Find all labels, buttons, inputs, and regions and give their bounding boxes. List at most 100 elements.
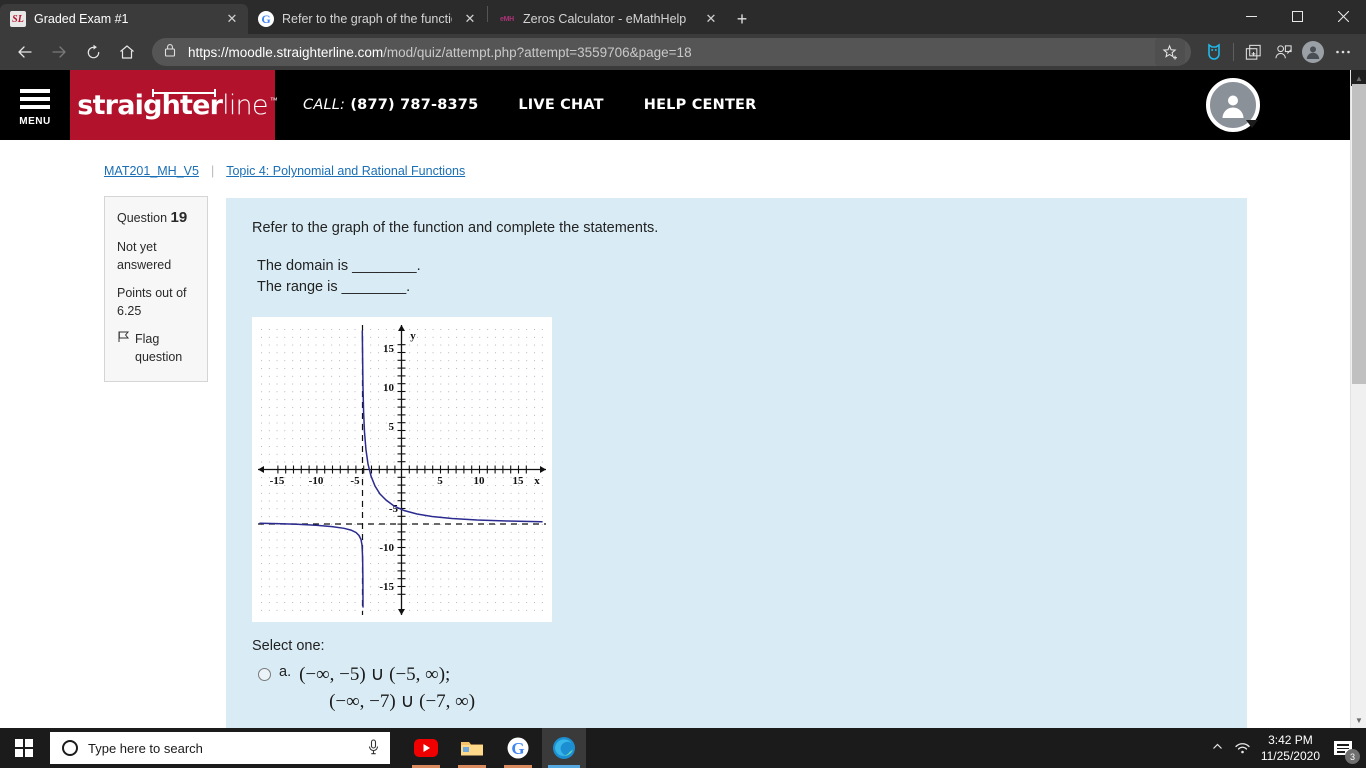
flag-question-button[interactable]: Flag question [117, 330, 195, 366]
new-tab-button[interactable]: + [727, 4, 757, 34]
page-scrollbar[interactable]: ▲ ▼ [1350, 70, 1366, 728]
flag-icon [117, 330, 130, 346]
graph-svg: -15 -10 -5 5 10 15 15 10 5 -5 -10 -15 x … [252, 317, 552, 623]
points-label: Points out of [117, 286, 187, 300]
microsoft-edge-icon[interactable] [542, 728, 586, 768]
header-nav-help-center[interactable]: HELP CENTER [644, 97, 757, 113]
option-a-line2: (−∞, −7) ∪ (−7, ∞) [329, 691, 476, 713]
file-explorer-icon[interactable] [450, 728, 494, 768]
cortana-circle-icon [62, 740, 78, 756]
hamburger-menu-button[interactable]: MENU [0, 70, 70, 140]
windows-start-icon[interactable] [0, 728, 48, 768]
radio-option-a[interactable] [258, 668, 271, 682]
page-viewport: MENU straighterline ™ CALL: (877) 787-83… [0, 70, 1350, 728]
youtube-icon[interactable] [404, 728, 448, 768]
wifi-icon[interactable] [1234, 740, 1251, 757]
breadcrumb-separator: | [210, 164, 215, 178]
ytick--5: -5 [389, 503, 399, 515]
browser-titlebar: SL Graded Exam #1 ✕ G Refer to the graph… [0, 0, 1366, 34]
window-controls [1228, 0, 1366, 34]
taskbar-clock[interactable]: 3:42 PM 11/25/2020 [1261, 732, 1320, 764]
url-path: /mod/quiz/attempt.php?attempt=3559706&pa… [383, 44, 692, 60]
statement-range: The range is ________. [257, 278, 411, 295]
share-profile-icon[interactable] [1268, 38, 1298, 66]
function-graph: -15 -10 -5 5 10 15 15 10 5 -5 -10 -15 x … [252, 317, 552, 623]
user-avatar[interactable] [1206, 78, 1260, 132]
tab-strip: SL Graded Exam #1 ✕ G Refer to the graph… [0, 0, 1228, 34]
windows-taskbar: Type here to search G 3:42 PM 11/25/2020 [0, 728, 1366, 768]
browser-profile-avatar[interactable] [1298, 38, 1328, 66]
hamburger-icon [20, 89, 50, 113]
x-axis-label: x [534, 475, 540, 487]
url-action-group [1155, 38, 1185, 66]
statement-domain: The domain is ________. [257, 258, 421, 274]
maximize-button[interactable] [1274, 0, 1320, 32]
y-axis-label: y [410, 330, 416, 342]
xtick--5: -5 [350, 475, 360, 487]
tab-title: Graded Exam #1 [34, 12, 129, 26]
reload-button[interactable] [76, 37, 110, 67]
tab-title: Zeros Calculator - eMathHelp [523, 12, 687, 26]
close-button[interactable] [1320, 0, 1366, 32]
browser-tab-2[interactable]: G Refer to the graph of the functio ✕ [248, 4, 486, 34]
option-a-line1: (−∞, −5) ∪ (−5, ∞); [299, 664, 451, 686]
logo-overline-decoration [152, 88, 217, 97]
microphone-icon[interactable] [367, 738, 380, 758]
tab-close-button[interactable]: ✕ [701, 9, 721, 29]
option-letter-a: a. [279, 664, 292, 681]
clock-time: 3:42 PM [1268, 732, 1313, 747]
scrollbar-thumb[interactable] [1352, 84, 1366, 384]
chevron-up-icon[interactable] [1211, 740, 1224, 756]
logo-text-bold: straighter [77, 89, 223, 121]
breadcrumb-course-link[interactable]: MAT201_MH_V5 [104, 164, 199, 178]
taskbar-search-input[interactable]: Type here to search [50, 732, 390, 764]
browser-settings-more-icon[interactable] [1328, 38, 1358, 66]
menu-label: MENU [19, 116, 51, 127]
home-button[interactable] [110, 37, 144, 67]
straighterline-favicon: SL [10, 11, 26, 27]
google-chrome-icon[interactable]: G [496, 728, 540, 768]
breadcrumb-topic-link[interactable]: Topic 4: Polynomial and Rational Functio… [226, 164, 465, 178]
svg-text:G: G [511, 739, 524, 758]
ytick-10: 10 [383, 382, 395, 394]
ytick-5: 5 [389, 421, 395, 433]
browser-address-bar: https://moodle.straighterline.com/mod/qu… [0, 34, 1366, 70]
favorites-star-icon[interactable] [1155, 38, 1185, 66]
xtick--10: -10 [309, 475, 324, 487]
browser-tab-1[interactable]: SL Graded Exam #1 ✕ [0, 4, 248, 34]
forward-button[interactable] [42, 37, 76, 67]
back-button[interactable] [8, 37, 42, 67]
browser-tab-3[interactable]: eMH Zeros Calculator - eMathHelp ✕ [489, 4, 727, 34]
header-nav-live-chat[interactable]: LIVE CHAT [518, 97, 603, 113]
url-input[interactable]: https://moodle.straighterline.com/mod/qu… [188, 45, 1155, 60]
breadcrumb: MAT201_MH_V5 | Topic 4: Polynomial and R… [0, 140, 1350, 178]
url-bar[interactable]: https://moodle.straighterline.com/mod/qu… [152, 38, 1191, 66]
logo-trademark: ™ [269, 95, 278, 105]
clock-date: 11/25/2020 [1260, 749, 1320, 763]
tab-close-button[interactable]: ✕ [222, 9, 242, 29]
tab-close-button[interactable]: ✕ [460, 9, 480, 29]
collections-icon[interactable] [1238, 38, 1268, 66]
site-header: MENU straighterline ™ CALL: (877) 787-83… [0, 70, 1350, 140]
header-nav-call[interactable]: CALL: (877) 787-8375 [303, 97, 478, 113]
scroll-down-arrow[interactable]: ▼ [1351, 712, 1366, 728]
question-status: Not yet answered [117, 239, 172, 272]
answer-option-a[interactable]: a. (−∞, −5) ∪ (−5, ∞); (−∞, −7) ∪ (−7, ∞… [252, 662, 1221, 716]
question-points: Points out of 6.25 [117, 284, 195, 320]
question-statements: The domain is ________. The range is ___… [252, 256, 1221, 297]
xtick-15: 15 [513, 475, 525, 487]
toolbar-divider [1233, 43, 1234, 61]
flag-question-label: Flag question [135, 332, 183, 365]
question-label: Question [117, 211, 168, 225]
url-host: https://moodle.straighterline.com [188, 44, 384, 60]
minimize-button[interactable] [1228, 0, 1274, 32]
action-center-icon[interactable]: 3 [1330, 735, 1360, 764]
straighterline-logo[interactable]: straighterline ™ [70, 70, 278, 140]
chevron-down-icon [1246, 120, 1258, 128]
microsoft-editor-icon[interactable] [1199, 38, 1229, 66]
question-body: Refer to the graph of the function and c… [226, 196, 1247, 728]
select-one-label: Select one: [252, 638, 325, 655]
logo-text-light: line [222, 89, 268, 121]
ytick--15: -15 [379, 581, 394, 593]
option-text-a: (−∞, −5) ∪ (−5, ∞); (−∞, −7) ∪ (−7, ∞) [299, 662, 475, 716]
